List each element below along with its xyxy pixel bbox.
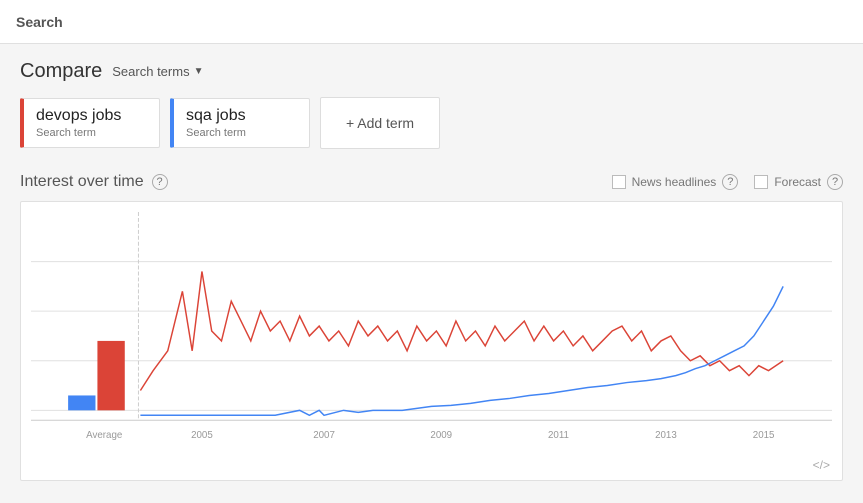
chart-container: Average 2005 2007 2009 2011 2013 2015 </… [20,201,843,481]
top-bar: Search [0,0,863,44]
term-name-devops: devops jobs [36,107,147,125]
x-label-2005: 2005 [191,430,213,441]
legend-forecast: Forecast ? [754,174,843,190]
term-chip-devops[interactable]: devops jobs Search term [20,98,160,148]
avg-bar-devops [97,341,124,410]
main-content: Compare Search terms ▼ devops jobs Searc… [0,44,863,497]
forecast-checkbox[interactable] [754,175,768,189]
term-type-devops: Search term [36,127,147,139]
legend-news-headlines: News headlines ? [612,174,739,190]
help-icon[interactable]: ? [152,174,168,190]
x-label-2013: 2013 [655,430,677,441]
news-help-icon[interactable]: ? [722,174,738,190]
chevron-down-icon: ▼ [194,66,204,77]
news-headlines-checkbox[interactable] [612,175,626,189]
compare-header: Compare Search terms ▼ [20,60,843,83]
sqa-line [140,286,783,415]
section-header: Interest over time ? News headlines ? Fo… [20,173,843,191]
news-headlines-label: News headlines [632,175,717,189]
search-terms-button[interactable]: Search terms ▼ [112,64,203,79]
x-label-2015: 2015 [753,430,775,441]
legend-group: News headlines ? Forecast ? [612,174,843,190]
embed-icon[interactable]: </> [813,458,830,472]
chart-svg: Average 2005 2007 2009 2011 2013 2015 [31,212,832,450]
compare-title: Compare [20,60,102,83]
search-terms-label: Search terms [112,64,189,79]
x-label-2009: 2009 [430,430,452,441]
term-name-sqa: sqa jobs [186,107,297,125]
term-type-sqa: Search term [186,127,297,139]
add-term-button[interactable]: + Add term [320,97,440,149]
terms-row: devops jobs Search term sqa jobs Search … [20,97,843,149]
x-label-2007: 2007 [313,430,335,441]
x-label-avg: Average [86,430,123,441]
search-label: Search [16,14,63,30]
x-label-2011: 2011 [548,430,569,441]
avg-bar-sqa [68,395,95,410]
forecast-label: Forecast [774,175,821,189]
forecast-help-icon[interactable]: ? [827,174,843,190]
section-title: Interest over time [20,173,144,191]
section-title-group: Interest over time ? [20,173,168,191]
term-chip-sqa[interactable]: sqa jobs Search term [170,98,310,148]
